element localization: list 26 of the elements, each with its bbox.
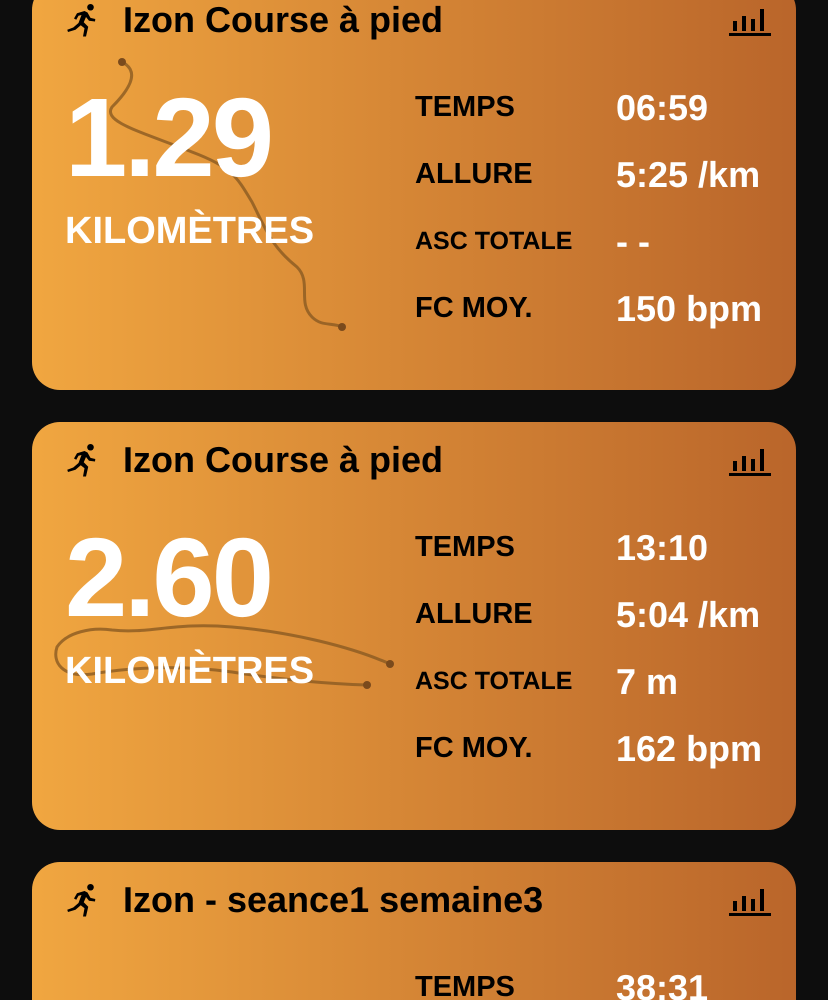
stat-label: TEMPS: [415, 970, 515, 1000]
workout-title: Izon Course à pied: [123, 438, 444, 482]
stat-value: 150 bpm: [616, 286, 762, 330]
stat-value: 38:31: [616, 966, 708, 1000]
stat-label: ASC TOTALE: [415, 226, 572, 257]
stat-label: ALLURE: [415, 596, 533, 632]
stat-value: 13:10: [616, 526, 708, 570]
stat-value: 5:25 /km: [616, 152, 760, 196]
distance-value: 1.29: [65, 82, 271, 194]
stat-value: 5:04 /km: [616, 592, 760, 636]
stat-label: TEMPS: [415, 530, 515, 565]
stat-value: - -: [616, 220, 650, 264]
workout-card[interactable]: Izon Course à pied 2.60 KILOMÈTRES TEMPS 13:10 ALLURE 5:04 /km ASC TOTALE 7 m FC MOY. 162 bpm: [32, 422, 796, 830]
stat-value: 7 m: [616, 660, 678, 704]
stat-value: 06:59: [616, 86, 708, 130]
stat-label: ALLURE: [415, 156, 533, 192]
stat-label: ASC TOTALE: [415, 666, 572, 697]
workout-card[interactable]: Izon - seance1 semaine3 TEMPS 38:31: [32, 862, 796, 1000]
stat-value: 162 bpm: [616, 726, 762, 770]
workout-title: Izon - seance1 semaine3: [123, 878, 544, 922]
distance-value: 2.60: [65, 522, 271, 634]
stat-label: FC MOY.: [415, 730, 533, 766]
workout-title: Izon Course à pied: [123, 0, 444, 42]
stat-label: FC MOY.: [415, 290, 533, 326]
workout-card[interactable]: Izon Course à pied 1.29 KILOMÈTRES TEMPS 06:59 ALLURE 5:25 /km ASC TOTALE - - FC MOY. 150 bpm: [32, 0, 796, 390]
stat-label: TEMPS: [415, 90, 515, 125]
